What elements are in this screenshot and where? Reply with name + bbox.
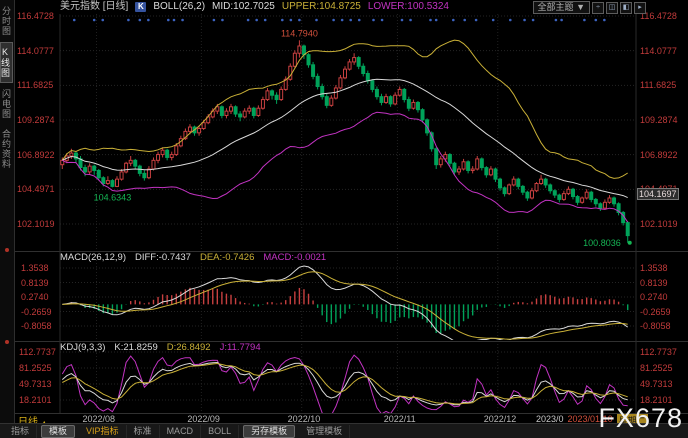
- y-axis-label: 0.2740: [21, 292, 49, 302]
- previous-chart-icon[interactable]: ◧: [620, 2, 632, 14]
- toolbar-tab-管理模板[interactable]: 管理模板: [299, 425, 350, 438]
- y-axis-label: 111.6825: [640, 80, 676, 90]
- y-axis-label: 106.8922: [17, 150, 55, 160]
- chevron-down-icon: ▼: [576, 2, 585, 12]
- y-axis-label: -0.8058: [21, 321, 52, 331]
- macd-dea-value: DEA:-0.7426: [200, 252, 254, 263]
- y-axis-label: 49.7313: [640, 379, 673, 389]
- y-axis-label: 81.2525: [19, 363, 52, 373]
- toolbar-tab-指标[interactable]: 指标: [4, 425, 37, 438]
- y-axis-label: 1.3538: [21, 263, 49, 273]
- y-axis-label: 114.0777: [17, 46, 54, 56]
- kdj-pane-header: KDJ(9,3,3) K:21.8259 D:26.8492 J:11.7794: [60, 342, 261, 353]
- toolbar-tab-模板[interactable]: 模板: [41, 425, 75, 438]
- macd-pane-header: MACD(26,12,9) DIFF:-0.7437 DEA:-0.7426 M…: [60, 252, 326, 263]
- sidebar-item-0[interactable]: 分时图: [0, 2, 13, 40]
- y-axis-label: 1.3538: [640, 263, 668, 273]
- split-screen-icon[interactable]: ÷: [592, 2, 604, 14]
- sidebar-item-2[interactable]: 闪电图: [0, 85, 13, 123]
- boll-label: BOLL(26,2): [153, 0, 205, 13]
- y-axis-label: -0.8058: [640, 321, 671, 331]
- pane-divider-handle[interactable]: [5, 248, 9, 252]
- sidebar-item-3[interactable]: 合约资料: [0, 125, 13, 173]
- y-axis-label: 0.8139: [640, 278, 668, 288]
- theme-dropdown-label: 全部主题: [538, 2, 574, 12]
- watermark: FX678: [598, 403, 683, 434]
- kdj-d-value: D:26.8492: [167, 342, 211, 353]
- kdj-j-value: J:11.7794: [220, 342, 261, 353]
- svg-text:100.8036: 100.8036: [583, 238, 621, 248]
- next-chart-icon[interactable]: ▸: [634, 2, 646, 14]
- y-axis-label: 81.2525: [640, 363, 673, 373]
- theme-dropdown-button[interactable]: 全部主题 ▼: [533, 1, 590, 14]
- symbol-title: 美元指数 [日线]: [60, 0, 128, 13]
- boll-lower-value: LOWER:100.5324: [368, 0, 449, 13]
- y-axis-label: -0.2659: [21, 307, 52, 317]
- y-axis-label: 104.4971: [17, 184, 55, 194]
- macd-diff-value: DIFF:-0.7437: [135, 252, 191, 263]
- main-chart[interactable]: 114.7940 104.6343 100.8036: [14, 0, 688, 424]
- price-marker-badge: 104.1697: [637, 188, 679, 200]
- boll-mid-value: MID:102.7025: [212, 0, 275, 13]
- y-axis-label: 18.2101: [19, 395, 52, 405]
- toolbar-tab-另存模板[interactable]: 另存模板: [243, 425, 295, 438]
- y-axis-label: 0.2740: [640, 292, 668, 302]
- svg-text:114.7940: 114.7940: [281, 28, 318, 38]
- y-axis-label: 106.8922: [640, 150, 678, 160]
- y-axis-label: 109.2874: [17, 115, 55, 125]
- macd-macd-value: MACD:-0.0021: [263, 252, 326, 263]
- toolbar-tab-标准[interactable]: 标准: [127, 425, 160, 438]
- y-axis-label: 109.2874: [640, 115, 678, 125]
- y-axis-label: 49.7313: [19, 379, 52, 389]
- bottom-toolbar: 指标模板 VIP指标标准MACDBOLL 另存模板管理模板: [0, 423, 688, 438]
- trading-app-window: { "header":{ "title":"美元指数 [日线]", "indic…: [0, 0, 688, 438]
- y-axis-label: -0.2659: [640, 307, 671, 317]
- kdj-label: KDJ(9,3,3): [60, 342, 105, 353]
- chart-header: 美元指数 [日线] K BOLL(26,2) MID:102.7025 UPPE…: [14, 0, 688, 14]
- toolbar-tab-BOLL[interactable]: BOLL: [201, 425, 239, 438]
- svg-text:104.6343: 104.6343: [94, 192, 132, 202]
- toolbar-tab-MACD[interactable]: MACD: [160, 425, 202, 438]
- y-axis-label: 114.0777: [640, 46, 677, 56]
- y-axis-label: 102.1019: [17, 219, 55, 229]
- y-axis-label: 0.8139: [21, 278, 49, 288]
- window-icon-group: ÷◫◧▸: [592, 2, 646, 14]
- kdj-k-value: K:21.8259: [114, 342, 157, 353]
- boll-upper-value: UPPER:104.8725: [282, 0, 361, 13]
- y-axis-label: 102.1019: [640, 219, 678, 229]
- cascade-windows-icon[interactable]: ◫: [606, 2, 618, 14]
- macd-label: MACD(26,12,9): [60, 252, 126, 263]
- indicator-badge-icon[interactable]: K: [135, 2, 146, 12]
- y-axis-label: 111.6825: [17, 80, 53, 90]
- sidebar-item-1[interactable]: K线图: [0, 42, 13, 83]
- y-axis-label: 112.7737: [19, 347, 56, 357]
- y-axis-label: 112.7737: [640, 347, 677, 357]
- pane-divider-handle[interactable]: [5, 340, 9, 344]
- chart-type-sidebar: 分时图 K线图闪电图合约资料: [0, 0, 15, 438]
- toolbar-tab-VIP指标[interactable]: VIP指标: [79, 425, 127, 438]
